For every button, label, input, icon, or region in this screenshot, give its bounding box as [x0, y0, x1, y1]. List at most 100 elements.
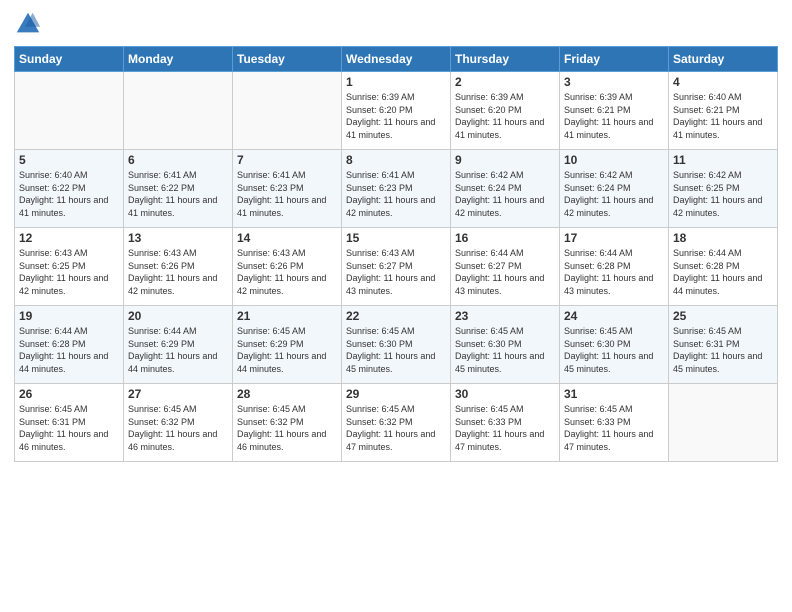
day-number: 27	[128, 387, 228, 401]
day-detail: Sunrise: 6:43 AMSunset: 6:27 PMDaylight:…	[346, 247, 446, 297]
calendar-cell: 2Sunrise: 6:39 AMSunset: 6:20 PMDaylight…	[451, 72, 560, 150]
day-detail: Sunrise: 6:40 AMSunset: 6:22 PMDaylight:…	[19, 169, 119, 219]
day-number: 18	[673, 231, 773, 245]
calendar-week-2: 5 Sunrise: 6:40 AMSunset: 6:22 PMDaylight…	[15, 150, 778, 228]
day-header-thursday: Thursday	[451, 47, 560, 72]
calendar-cell: 12Sunrise: 6:43 AMSunset: 6:25 PMDayligh…	[15, 228, 124, 306]
day-header-tuesday: Tuesday	[233, 47, 342, 72]
day-number: 14	[237, 231, 337, 245]
day-header-sunday: Sunday	[15, 47, 124, 72]
calendar-cell: 6 Sunrise: 6:41 AMSunset: 6:22 PMDaylight…	[124, 150, 233, 228]
calendar-cell	[233, 72, 342, 150]
day-number: 26	[19, 387, 119, 401]
calendar-header: SundayMondayTuesdayWednesdayThursdayFrid…	[15, 47, 778, 72]
day-detail: Sunrise: 6:45 AMSunset: 6:32 PMDaylight:…	[237, 403, 337, 453]
day-detail: Sunrise: 6:41 AMSunset: 6:23 PMDaylight:…	[237, 169, 337, 219]
day-detail: Sunrise: 6:41 AMSunset: 6:22 PMDaylight:…	[128, 169, 228, 219]
header-row: SundayMondayTuesdayWednesdayThursdayFrid…	[15, 47, 778, 72]
day-header-friday: Friday	[560, 47, 669, 72]
day-header-monday: Monday	[124, 47, 233, 72]
calendar-cell: 18 Sunrise: 6:44 AMSunset: 6:28 PMDayligh…	[669, 228, 778, 306]
day-number: 4	[673, 75, 773, 89]
calendar-cell: 1 Sunrise: 6:39 AMSunset: 6:20 PMDaylight…	[342, 72, 451, 150]
calendar-cell: 26Sunrise: 6:45 AMSunset: 6:31 PMDayligh…	[15, 384, 124, 462]
day-detail: Sunrise: 6:45 AMSunset: 6:29 PMDaylight:…	[237, 325, 337, 375]
calendar-cell: 22Sunrise: 6:45 AMSunset: 6:30 PMDayligh…	[342, 306, 451, 384]
calendar-cell: 24Sunrise: 6:45 AMSunset: 6:30 PMDayligh…	[560, 306, 669, 384]
day-detail: Sunrise: 6:39 AMSunset: 6:21 PMDaylight:…	[564, 91, 664, 141]
calendar-cell: 10Sunrise: 6:42 AMSunset: 6:24 PMDayligh…	[560, 150, 669, 228]
calendar-cell: 16 Sunrise: 6:44 AMSunset: 6:27 PMDayligh…	[451, 228, 560, 306]
day-detail: Sunrise: 6:42 AMSunset: 6:25 PMDaylight:…	[673, 169, 773, 219]
day-detail: Sunrise: 6:43 AMSunset: 6:25 PMDaylight:…	[19, 247, 119, 297]
day-number: 23	[455, 309, 555, 323]
day-detail: Sunrise: 6:44 AMSunset: 6:27 PMDaylight:…	[455, 247, 555, 297]
calendar-cell	[15, 72, 124, 150]
calendar-body: 1 Sunrise: 6:39 AMSunset: 6:20 PMDaylight…	[15, 72, 778, 462]
day-detail: Sunrise: 6:44 AMSunset: 6:28 PMDaylight:…	[673, 247, 773, 297]
calendar-cell: 5 Sunrise: 6:40 AMSunset: 6:22 PMDaylight…	[15, 150, 124, 228]
logo	[14, 10, 46, 38]
day-detail: Sunrise: 6:44 AMSunset: 6:28 PMDaylight:…	[19, 325, 119, 375]
day-number: 16	[455, 231, 555, 245]
day-detail: Sunrise: 6:43 AMSunset: 6:26 PMDaylight:…	[128, 247, 228, 297]
page: SundayMondayTuesdayWednesdayThursdayFrid…	[0, 0, 792, 612]
day-detail: Sunrise: 6:44 AMSunset: 6:29 PMDaylight:…	[128, 325, 228, 375]
calendar-cell: 31Sunrise: 6:45 AMSunset: 6:33 PMDayligh…	[560, 384, 669, 462]
day-number: 20	[128, 309, 228, 323]
day-header-saturday: Saturday	[669, 47, 778, 72]
day-number: 10	[564, 153, 664, 167]
day-number: 30	[455, 387, 555, 401]
day-number: 21	[237, 309, 337, 323]
day-detail: Sunrise: 6:39 AMSunset: 6:20 PMDaylight:…	[346, 91, 446, 141]
day-detail: Sunrise: 6:43 AMSunset: 6:26 PMDaylight:…	[237, 247, 337, 297]
calendar-week-1: 1 Sunrise: 6:39 AMSunset: 6:20 PMDaylight…	[15, 72, 778, 150]
day-detail: Sunrise: 6:41 AMSunset: 6:23 PMDaylight:…	[346, 169, 446, 219]
day-detail: Sunrise: 6:45 AMSunset: 6:30 PMDaylight:…	[564, 325, 664, 375]
calendar-cell: 29 Sunrise: 6:45 AMSunset: 6:32 PMDayligh…	[342, 384, 451, 462]
calendar-week-5: 26Sunrise: 6:45 AMSunset: 6:31 PMDayligh…	[15, 384, 778, 462]
day-number: 5	[19, 153, 119, 167]
day-detail: Sunrise: 6:45 AMSunset: 6:33 PMDaylight:…	[564, 403, 664, 453]
calendar-cell: 15Sunrise: 6:43 AMSunset: 6:27 PMDayligh…	[342, 228, 451, 306]
day-detail: Sunrise: 6:45 AMSunset: 6:33 PMDaylight:…	[455, 403, 555, 453]
day-number: 25	[673, 309, 773, 323]
day-detail: Sunrise: 6:39 AMSunset: 6:20 PMDaylight:…	[455, 91, 555, 141]
calendar-cell: 23 Sunrise: 6:45 AMSunset: 6:30 PMDayligh…	[451, 306, 560, 384]
calendar-cell: 14 Sunrise: 6:43 AMSunset: 6:26 PMDayligh…	[233, 228, 342, 306]
calendar-week-3: 12Sunrise: 6:43 AMSunset: 6:25 PMDayligh…	[15, 228, 778, 306]
calendar-cell	[124, 72, 233, 150]
calendar-cell: 8Sunrise: 6:41 AMSunset: 6:23 PMDaylight…	[342, 150, 451, 228]
calendar-cell: 19 Sunrise: 6:44 AMSunset: 6:28 PMDayligh…	[15, 306, 124, 384]
calendar-cell: 30 Sunrise: 6:45 AMSunset: 6:33 PMDayligh…	[451, 384, 560, 462]
calendar-cell: 11 Sunrise: 6:42 AMSunset: 6:25 PMDayligh…	[669, 150, 778, 228]
calendar-cell: 17Sunrise: 6:44 AMSunset: 6:28 PMDayligh…	[560, 228, 669, 306]
day-number: 13	[128, 231, 228, 245]
calendar-cell: 28 Sunrise: 6:45 AMSunset: 6:32 PMDayligh…	[233, 384, 342, 462]
day-number: 3	[564, 75, 664, 89]
day-header-wednesday: Wednesday	[342, 47, 451, 72]
day-detail: Sunrise: 6:45 AMSunset: 6:30 PMDaylight:…	[346, 325, 446, 375]
calendar-cell: 13 Sunrise: 6:43 AMSunset: 6:26 PMDayligh…	[124, 228, 233, 306]
day-number: 11	[673, 153, 773, 167]
day-number: 28	[237, 387, 337, 401]
day-number: 19	[19, 309, 119, 323]
day-detail: Sunrise: 6:45 AMSunset: 6:32 PMDaylight:…	[346, 403, 446, 453]
day-number: 1	[346, 75, 446, 89]
calendar-cell: 21 Sunrise: 6:45 AMSunset: 6:29 PMDayligh…	[233, 306, 342, 384]
day-detail: Sunrise: 6:45 AMSunset: 6:30 PMDaylight:…	[455, 325, 555, 375]
calendar-cell: 20 Sunrise: 6:44 AMSunset: 6:29 PMDayligh…	[124, 306, 233, 384]
day-detail: Sunrise: 6:42 AMSunset: 6:24 PMDaylight:…	[455, 169, 555, 219]
calendar-week-4: 19 Sunrise: 6:44 AMSunset: 6:28 PMDayligh…	[15, 306, 778, 384]
day-detail: Sunrise: 6:45 AMSunset: 6:32 PMDaylight:…	[128, 403, 228, 453]
day-detail: Sunrise: 6:40 AMSunset: 6:21 PMDaylight:…	[673, 91, 773, 141]
calendar-cell: 27 Sunrise: 6:45 AMSunset: 6:32 PMDayligh…	[124, 384, 233, 462]
day-number: 9	[455, 153, 555, 167]
calendar-cell: 7 Sunrise: 6:41 AMSunset: 6:23 PMDaylight…	[233, 150, 342, 228]
day-number: 7	[237, 153, 337, 167]
day-number: 29	[346, 387, 446, 401]
calendar-cell: 4 Sunrise: 6:40 AMSunset: 6:21 PMDaylight…	[669, 72, 778, 150]
header	[14, 10, 778, 38]
day-number: 6	[128, 153, 228, 167]
calendar-cell: 25Sunrise: 6:45 AMSunset: 6:31 PMDayligh…	[669, 306, 778, 384]
